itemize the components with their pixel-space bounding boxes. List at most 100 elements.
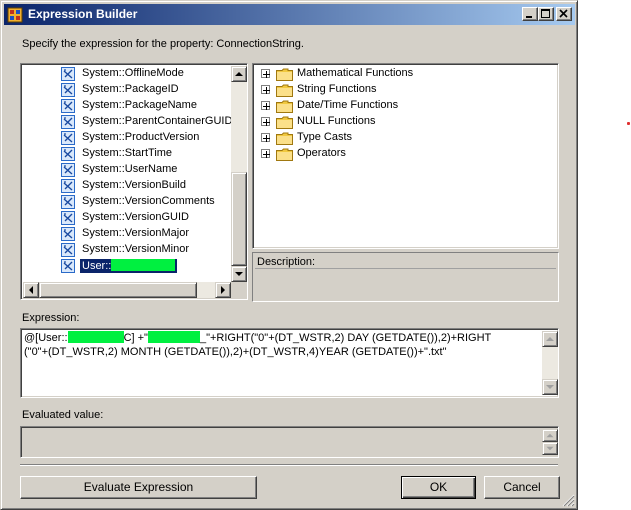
app-icon: [7, 7, 23, 23]
scroll-up-button[interactable]: [542, 331, 558, 347]
expression-segment: ("0"+(DT_WSTR,2) MONTH (GETDATE()),2)+(D…: [24, 346, 447, 358]
tree-node-label: Mathematical Functions: [297, 67, 414, 79]
variable-icon: [61, 83, 75, 97]
tree-node-label: NULL Functions: [297, 115, 376, 127]
folder-icon: [276, 84, 293, 97]
evaluated-value-box: [20, 426, 559, 458]
expand-icon[interactable]: [261, 133, 270, 142]
separator: [20, 464, 558, 466]
close-button[interactable]: [556, 7, 572, 21]
variable-icon: [61, 163, 75, 177]
variable-label: User::: [80, 259, 178, 273]
scroll-up-button[interactable]: [231, 66, 247, 82]
arrow-up-icon: [546, 337, 554, 341]
variable-label: System::PackageID: [82, 83, 179, 95]
variable-icon: [61, 131, 75, 145]
variables-horizontal-scrollbar[interactable]: [23, 282, 231, 298]
scroll-down-button[interactable]: [231, 266, 247, 282]
expression-builder-dialog: Expression Builder Specify the expressio…: [0, 0, 578, 510]
tree-node-label: Type Casts: [297, 131, 353, 143]
arrow-down-icon: [546, 446, 554, 451]
variable-icon: [61, 115, 75, 129]
scroll-left-button[interactable]: [23, 282, 39, 298]
expression-textbox[interactable]: @[User:: C] +" _"+RIGHT("0"+(DT_WSTR,2) DA…: [20, 328, 559, 398]
folder-icon: [276, 148, 293, 161]
expand-icon[interactable]: [261, 149, 270, 158]
arrow-down-icon: [546, 385, 554, 389]
variable-label: System::VersionMajor: [82, 227, 189, 239]
folder-icon: [276, 132, 293, 145]
arrow-down-icon: [235, 272, 243, 276]
minimize-icon: [526, 16, 532, 18]
expand-icon[interactable]: [261, 117, 270, 126]
selected-variable-prefix: User::: [82, 260, 112, 272]
window-title: Expression Builder: [28, 7, 138, 21]
variable-label: System::OfflineMode: [82, 67, 184, 79]
tree-node-label: String Functions: [297, 83, 377, 95]
variable-icon: [61, 211, 75, 225]
scroll-corner: [231, 282, 247, 298]
expand-icon[interactable]: [261, 85, 270, 94]
folder-icon: [276, 68, 293, 81]
resize-grip-icon[interactable]: [561, 493, 575, 507]
arrow-up-icon: [546, 433, 554, 438]
expression-scrollbar[interactable]: [542, 331, 558, 395]
variable-label: System::VersionBuild: [82, 179, 186, 191]
scroll-thumb[interactable]: [231, 172, 247, 266]
ok-button[interactable]: OK: [401, 476, 476, 499]
redacted-variable-name: [111, 259, 176, 271]
functions-tree[interactable]: Mathematical Functions String Functions …: [252, 63, 559, 249]
arrow-right-icon: [221, 286, 225, 294]
evaluate-expression-button[interactable]: Evaluate Expression: [20, 476, 257, 499]
description-header: Description:: [255, 255, 556, 269]
redacted-text: [147, 331, 200, 343]
minimize-button[interactable]: [522, 7, 538, 21]
variables-vertical-scrollbar[interactable]: [231, 66, 247, 282]
close-icon: [559, 9, 568, 18]
description-label: Description:: [257, 256, 316, 268]
title-bar[interactable]: Expression Builder: [4, 4, 575, 25]
variable-label: System::ProductVersion: [82, 131, 200, 143]
variable-icon: [61, 147, 75, 161]
property-prompt: Specify the expression for the property:…: [22, 38, 304, 50]
variable-icon: [61, 227, 75, 241]
variable-icon: [61, 195, 75, 209]
scroll-up-button[interactable]: [542, 429, 558, 442]
scroll-right-button[interactable]: [215, 282, 231, 298]
folder-icon: [276, 116, 293, 129]
expression-text[interactable]: @[User:: C] +" _"+RIGHT("0"+(DT_WSTR,2) DA…: [24, 331, 544, 359]
expression-segment: _"+RIGHT("0"+(DT_WSTR,2) DAY (GETDATE())…: [199, 332, 492, 344]
scroll-thumb[interactable]: [39, 282, 197, 298]
variable-label: System::StartTime: [82, 147, 173, 159]
description-panel: Description:: [252, 252, 559, 302]
scroll-down-button[interactable]: [542, 379, 558, 395]
arrow-up-icon: [235, 72, 243, 76]
variable-icon: [61, 67, 75, 81]
variable-label: System::PackageName: [82, 99, 197, 111]
tree-node-label: Date/Time Functions: [297, 99, 399, 111]
maximize-button[interactable]: [538, 7, 554, 21]
expand-icon[interactable]: [261, 101, 270, 110]
variable-icon: [61, 99, 75, 113]
variable-label: System::VersionMinor: [82, 243, 189, 255]
variable-label: System::VersionGUID: [82, 211, 189, 223]
evaluated-scrollbar[interactable]: [542, 429, 558, 455]
variable-label: System::ParentContainerGUID: [82, 115, 233, 127]
variable-icon: [61, 179, 75, 193]
variable-label: System::UserName: [82, 163, 178, 175]
folder-icon: [276, 100, 293, 113]
evaluated-value-label: Evaluated value:: [22, 409, 104, 421]
tree-node-label: Operators: [297, 147, 346, 159]
cancel-button[interactable]: Cancel: [484, 476, 560, 499]
expression-segment: C] +": [123, 332, 148, 344]
redacted-text: [67, 331, 124, 343]
variables-tree[interactable]: System::OfflineMode System::PackageID Sy…: [20, 63, 248, 300]
expand-icon[interactable]: [261, 69, 270, 78]
expression-label: Expression:: [22, 312, 80, 324]
scroll-down-button[interactable]: [542, 442, 558, 455]
variable-icon: [61, 259, 75, 273]
arrow-left-icon: [29, 286, 33, 294]
stray-dot: [627, 122, 630, 125]
expression-segment: @[User::: [24, 332, 68, 344]
maximize-icon: [541, 9, 550, 18]
